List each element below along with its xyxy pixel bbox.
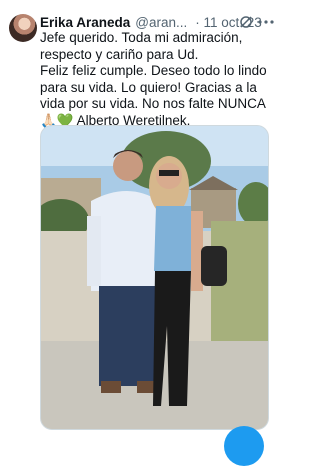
grok-icon[interactable] [237, 13, 255, 31]
compose-fab[interactable] [224, 426, 264, 466]
author-avatar[interactable] [9, 14, 37, 42]
author-handle[interactable]: @aran... [135, 15, 187, 30]
more-options-icon[interactable] [257, 13, 275, 31]
author-name[interactable]: Erika Araneda [40, 15, 130, 30]
tweet-text: Jefe querido. Toda mi admiración, respec… [40, 30, 267, 128]
tweet-photo[interactable] [40, 125, 269, 430]
